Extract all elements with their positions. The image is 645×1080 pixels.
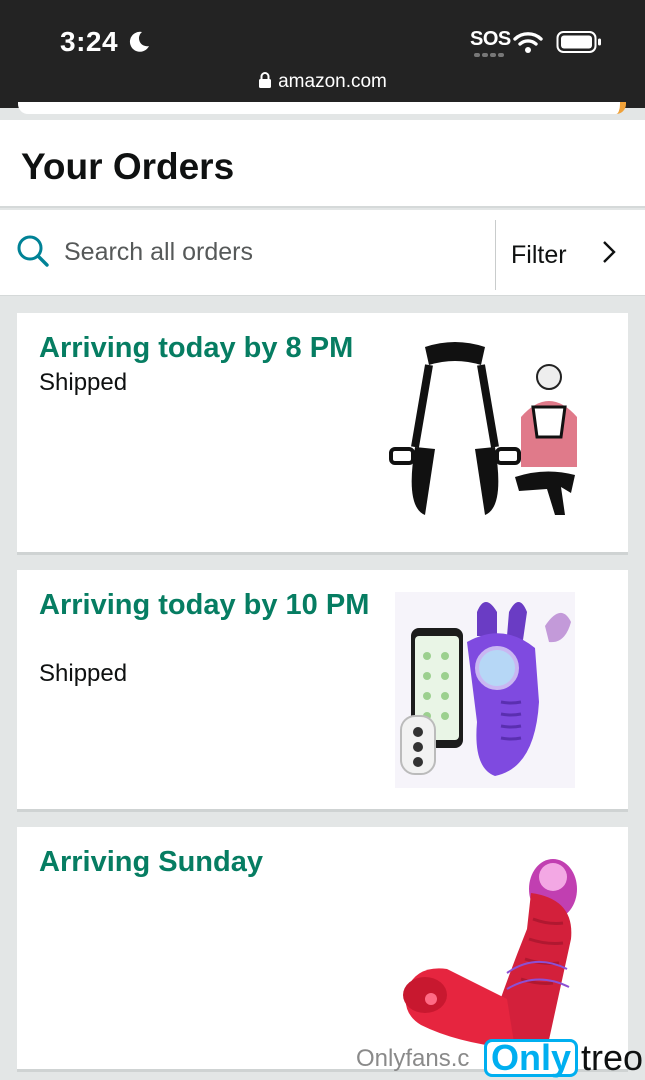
moon-icon — [129, 31, 149, 52]
watermark-logo: Only treon — [484, 1039, 645, 1077]
order-status: Shipped — [39, 369, 128, 396]
harness-product-image[interactable] — [385, 337, 585, 527]
order-card[interactable]: Arriving today by 10 PM Shipped — [17, 570, 628, 812]
arrival-text: Arriving Sunday — [39, 846, 263, 878]
arrival-text: Arriving today by 8 PM — [39, 332, 354, 364]
status-time: 3:24 — [60, 26, 119, 57]
filter-button[interactable]: Filter — [496, 210, 645, 296]
search-bar-edge — [18, 102, 626, 114]
status-bar: 3:24 SOS amazon.com — [0, 0, 645, 108]
wifi-icon — [513, 32, 543, 53]
signal-dots-icon — [474, 53, 504, 57]
logo-right: treon — [581, 1037, 645, 1078]
order-search-bar: Filter — [0, 210, 645, 296]
filter-label: Filter — [511, 241, 567, 269]
battery-icon — [556, 31, 601, 53]
order-status: Shipped — [39, 660, 128, 687]
page-title: Your Orders — [21, 146, 235, 187]
arrival-text: Arriving today by 10 PM — [39, 589, 370, 621]
url-text: amazon.com — [278, 71, 387, 92]
search-input[interactable] — [64, 232, 484, 272]
purple-device-product-image[interactable] — [385, 592, 585, 788]
carrier-label: SOS — [470, 28, 511, 50]
red-device-product-image[interactable] — [387, 849, 587, 1067]
logo-left: Only — [484, 1039, 579, 1077]
chevron-right-icon — [603, 241, 616, 263]
lock-icon — [259, 72, 272, 88]
order-card[interactable]: Arriving Sunday — [17, 827, 628, 1072]
search-icon — [17, 235, 49, 267]
address-bar[interactable]: amazon.com — [0, 71, 645, 93]
page-header: Your Orders — [0, 120, 645, 208]
order-card[interactable]: Arriving today by 8 PM Shipped — [17, 313, 628, 555]
orders-page: Your Orders Filter Arriving today by 8 P… — [0, 120, 645, 1072]
watermark-text: Onlyfans.c — [356, 1045, 470, 1072]
